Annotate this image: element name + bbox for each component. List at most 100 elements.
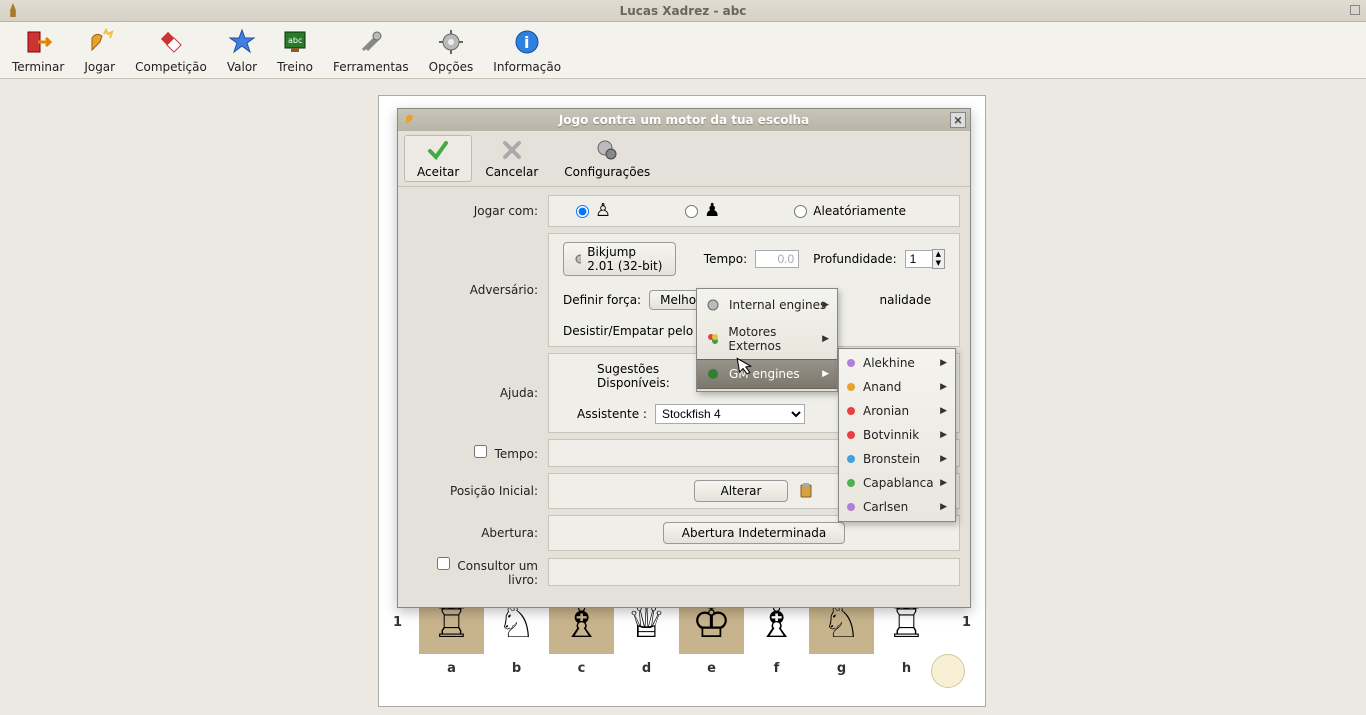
- file-label: d: [614, 661, 679, 676]
- label: Tempo:: [495, 447, 538, 461]
- play-random-radio[interactable]: Aleatóriamente: [794, 204, 906, 218]
- opcoes-button[interactable]: Opções: [419, 26, 484, 76]
- app-icon: [6, 3, 20, 17]
- label: Competição: [135, 60, 207, 74]
- gm-item-botvinnik[interactable]: Botvinnik ▶: [839, 423, 955, 447]
- paste-icon[interactable]: [798, 483, 814, 499]
- book-checkbox[interactable]: [437, 557, 450, 570]
- label: Ferramentas: [333, 60, 409, 74]
- assistant-label: Assistente :: [577, 407, 647, 421]
- main-titlebar: Lucas Xadrez - abc: [0, 0, 1366, 22]
- dot-icon: [847, 455, 855, 463]
- label: Terminar: [12, 60, 64, 74]
- cancel-button[interactable]: Cancelar: [472, 135, 551, 182]
- gm-item-capablanca[interactable]: Capablanca ▶: [839, 471, 955, 495]
- menu-external-engines[interactable]: Motores Externos ▶: [697, 319, 837, 359]
- assistant-select[interactable]: Stockfish 4: [655, 404, 805, 424]
- chevron-right-icon: ▶: [940, 406, 947, 416]
- opening-button[interactable]: Abertura Indeterminada: [663, 522, 845, 544]
- training-icon: abc: [281, 28, 309, 56]
- dot-icon: [847, 479, 855, 487]
- depth-spinner[interactable]: ▲▼: [905, 249, 945, 269]
- time-checkbox[interactable]: [474, 445, 487, 458]
- dot-icon: [847, 359, 855, 367]
- dialog-icon: [404, 112, 418, 126]
- competicao-button[interactable]: Competição: [125, 26, 217, 76]
- gm-item-aronian[interactable]: Aronian ▶: [839, 399, 955, 423]
- label: Opções: [429, 60, 474, 74]
- label: Consultor um livro:: [457, 559, 538, 587]
- help-label: Ajuda:: [408, 386, 548, 400]
- gm-item-alekhine[interactable]: Alekhine▶: [839, 351, 955, 375]
- check-icon: [426, 138, 450, 162]
- personality-text: nalidade: [880, 293, 932, 307]
- label: Botvinnik: [863, 428, 919, 442]
- close-button[interactable]: ✕: [950, 112, 966, 128]
- depth-label: Profundidade:: [813, 252, 896, 266]
- alter-button[interactable]: Alterar: [694, 480, 789, 502]
- dialog-titlebar[interactable]: Jogo contra um motor da tua escolha ✕: [398, 109, 970, 131]
- config-button[interactable]: Configurações: [551, 135, 663, 182]
- opening-label: Abertura:: [408, 526, 548, 540]
- chevron-right-icon: ▶: [822, 300, 829, 310]
- cross-icon: [500, 138, 524, 162]
- chevron-right-icon: ▶: [940, 478, 947, 488]
- gm-item-anand[interactable]: Anand▶: [839, 375, 955, 399]
- label: Bronstein: [863, 452, 920, 466]
- info-icon: i: [513, 28, 541, 56]
- star-icon: [228, 28, 256, 56]
- window-title: Lucas Xadrez - abc: [620, 4, 747, 18]
- radio-random[interactable]: [794, 205, 807, 218]
- file-label: b: [484, 661, 549, 676]
- chevron-right-icon: ▶: [822, 369, 829, 379]
- play-with-label: Jogar com:: [408, 204, 548, 218]
- main-toolbar: Terminar Jogar Competição Valor abc Trei…: [0, 22, 1366, 79]
- play-icon: [86, 28, 114, 56]
- menu-gm-engines[interactable]: GM engines ▶: [697, 359, 837, 389]
- play-white-radio[interactable]: ♙: [576, 202, 611, 220]
- jogar-button[interactable]: Jogar: [74, 26, 125, 76]
- informacao-button[interactable]: i Informação: [483, 26, 571, 76]
- play-with-field: ♙ ♟ Aleatóriamente: [548, 195, 960, 227]
- spin-down-icon[interactable]: ▼: [933, 259, 944, 268]
- competition-icon: [157, 28, 185, 56]
- chevron-right-icon: ▶: [940, 430, 947, 440]
- depth-input[interactable]: [905, 250, 933, 268]
- svg-text:i: i: [524, 33, 529, 52]
- file-label: e: [679, 661, 744, 676]
- chevron-right-icon: ▶: [822, 334, 829, 344]
- engine-select-button[interactable]: Bikjump 2.01 (32-bit): [563, 242, 676, 276]
- radio-black[interactable]: [685, 205, 698, 218]
- random-label: Aleatóriamente: [813, 204, 906, 218]
- chevron-right-icon: ▶: [940, 358, 947, 368]
- exit-icon: [24, 28, 52, 56]
- chevron-right-icon: ▶: [940, 502, 947, 512]
- label: Cancelar: [485, 165, 538, 179]
- opponent-label: Adversário:: [408, 283, 548, 297]
- treino-button[interactable]: abc Treino: [267, 26, 323, 76]
- engine-name: Bikjump 2.01 (32-bit): [587, 245, 665, 273]
- gm-item-bronstein[interactable]: Bronstein▶: [839, 447, 955, 471]
- terminar-button[interactable]: Terminar: [2, 26, 74, 76]
- radio-white[interactable]: [576, 205, 589, 218]
- ferramentas-button[interactable]: Ferramentas: [323, 26, 419, 76]
- label: Aronian: [863, 404, 909, 418]
- chevron-right-icon: ▶: [940, 382, 947, 392]
- label: Capablanca: [863, 476, 934, 490]
- valor-button[interactable]: Valor: [217, 26, 267, 76]
- accept-button[interactable]: Aceitar: [404, 135, 472, 182]
- menu-internal-engines[interactable]: Internal engines ▶: [697, 291, 837, 319]
- gm-icon: [705, 366, 721, 382]
- dot-icon: [847, 431, 855, 439]
- label: Informação: [493, 60, 561, 74]
- spin-up-icon[interactable]: ▲: [933, 250, 944, 259]
- play-black-radio[interactable]: ♟: [685, 202, 720, 220]
- gear-icon: [574, 253, 581, 265]
- file-label: h: [874, 661, 939, 676]
- label: Configurações: [564, 165, 650, 179]
- define-strength-label: Definir força:: [563, 293, 641, 307]
- tools-icon: [357, 28, 385, 56]
- window-control-icon[interactable]: [1350, 5, 1360, 15]
- engines-icon: [705, 331, 720, 347]
- gm-item-carlsen[interactable]: Carlsen▶: [839, 495, 955, 519]
